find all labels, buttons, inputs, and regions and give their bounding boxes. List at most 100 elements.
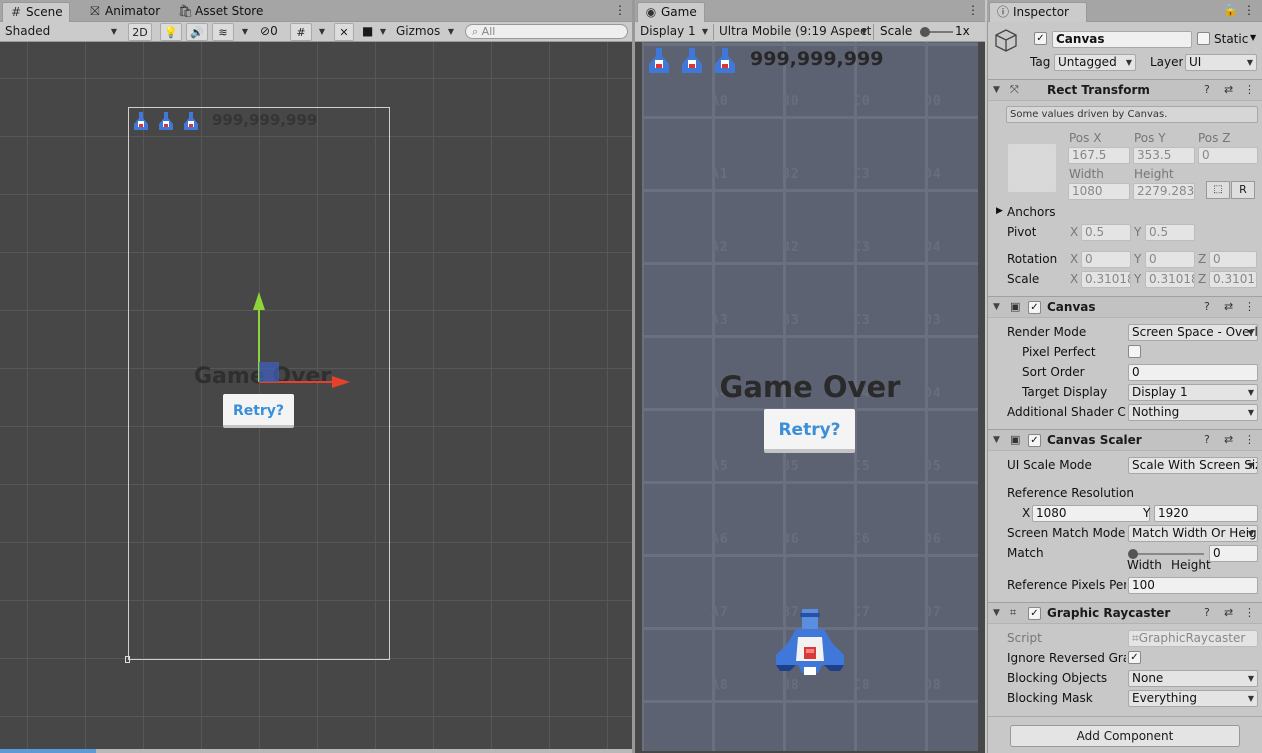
anchor-preset-button[interactable] <box>1008 144 1056 192</box>
shading-mode-dropdown[interactable]: Shaded ▼ <box>1 23 121 41</box>
component-menu-icon[interactable]: ⋮ <box>1244 83 1255 96</box>
scale-slider[interactable] <box>920 27 953 37</box>
retry-button[interactable]: Retry? <box>764 409 855 453</box>
width-field: 1080 <box>1068 183 1130 200</box>
blocking-objects-dropdown[interactable]: None <box>1128 670 1258 687</box>
help-icon[interactable]: ? <box>1204 83 1210 96</box>
static-dropdown-arrow[interactable]: ▼ <box>1250 33 1256 42</box>
anchors-foldout-arrow-icon[interactable]: ▶ <box>996 206 1003 216</box>
scene-view[interactable]: 999,999,999 Game Over Retry? <box>0 42 632 751</box>
canvas-scaler-header[interactable]: ▼ ▣ ✓ Canvas Scaler ? ⇄ ⋮ <box>988 429 1262 451</box>
help-icon[interactable]: ? <box>1204 606 1210 619</box>
shader-channels-dropdown[interactable]: Nothing <box>1128 404 1258 421</box>
lock-icon[interactable]: 🔒 <box>1223 3 1238 19</box>
pivot-y-field[interactable]: 0.5 <box>1145 224 1195 241</box>
component-menu-icon[interactable]: ⋮ <box>1244 433 1255 446</box>
foldout-arrow-icon[interactable]: ▼ <box>993 85 1000 95</box>
effects-toggle-button[interactable]: ≋ <box>212 23 234 41</box>
preset-icon[interactable]: ⇄ <box>1224 606 1233 619</box>
add-component-button[interactable]: Add Component <box>1010 725 1240 747</box>
canvas-component-header[interactable]: ▼ ▣ ✓ Canvas ? ⇄ ⋮ <box>988 296 1262 318</box>
eye-slash-icon: ⊘ <box>260 24 271 38</box>
move-gizmo[interactable] <box>250 290 352 388</box>
help-icon[interactable]: ? <box>1204 300 1210 313</box>
foldout-arrow-icon[interactable]: ▼ <box>993 608 1000 618</box>
grid-cell-label: B3 <box>782 313 800 328</box>
camera-dropdown[interactable]: ■ ▼ <box>358 23 390 41</box>
scene-search-field[interactable]: ⌕ All <box>465 24 628 39</box>
rot-x-field[interactable]: 0 <box>1081 251 1131 268</box>
pos-z-field[interactable]: 0 <box>1198 147 1258 164</box>
lighting-toggle-button[interactable]: 💡 <box>160 23 182 41</box>
preset-icon[interactable]: ⇄ <box>1224 83 1233 96</box>
reference-x-field[interactable]: 1080 <box>1032 505 1150 522</box>
tab-asset-store[interactable]: 🛍 Asset Store <box>172 2 271 22</box>
static-checkbox[interactable] <box>1197 32 1210 45</box>
reference-pixels-field[interactable]: 100 <box>1128 577 1258 594</box>
tab-scene[interactable]: # Scene <box>2 2 70 22</box>
scale-z-field[interactable]: 0.31018 <box>1209 271 1257 288</box>
match-slider[interactable] <box>1128 549 1204 559</box>
layer-dropdown[interactable]: UI <box>1185 54 1257 71</box>
audio-toggle-button[interactable]: 🔊 <box>186 23 208 41</box>
game-view[interactable]: A0 B0 C0 D0 A1 B2 C3 D4 A2 B2 C3 D4 A3 B3 C3 D3 A4 B4 C4 D4… <box>642 42 978 751</box>
effects-dropdown-arrow[interactable]: ▼ <box>236 23 252 41</box>
scene-retry-button[interactable]: Retry? <box>223 394 294 428</box>
foldout-arrow-icon[interactable]: ▼ <box>993 435 1000 445</box>
object-name-field[interactable]: Canvas <box>1052 31 1192 48</box>
blocking-mask-dropdown[interactable]: Everything <box>1128 690 1258 707</box>
sort-order-field[interactable]: 0 <box>1128 364 1258 381</box>
tab-inspector[interactable]: ⓘ Inspector <box>989 2 1087 22</box>
tab-game[interactable]: ◉ Game <box>637 2 705 22</box>
blueprint-mode-button[interactable]: ⬚ <box>1206 181 1230 199</box>
preset-icon[interactable]: ⇄ <box>1224 300 1233 313</box>
scene-menu-icon[interactable]: ⋮ <box>614 3 626 19</box>
scale-x-field[interactable]: 0.31018 <box>1081 271 1131 288</box>
canvas-scaler-enabled-checkbox[interactable]: ✓ <box>1028 434 1041 447</box>
aspect-dropdown[interactable]: Ultra Mobile (9:19 Aspect) ▼ <box>715 23 871 41</box>
2d-toggle-button[interactable]: 2D <box>128 23 152 41</box>
graphic-raycaster-header[interactable]: ▼ ⌗ ✓ Graphic Raycaster ? ⇄ ⋮ <box>988 602 1262 624</box>
component-menu-icon[interactable]: ⋮ <box>1244 606 1255 619</box>
tag-dropdown[interactable]: Untagged <box>1054 54 1136 71</box>
hidden-objects-toggle[interactable]: ⊘0 <box>256 23 286 41</box>
canvas-enabled-checkbox[interactable]: ✓ <box>1028 301 1041 314</box>
game-menu-icon[interactable]: ⋮ <box>967 3 979 19</box>
rot-y-field[interactable]: 0 <box>1145 251 1195 268</box>
ui-scale-mode-dropdown[interactable]: Scale With Screen Size <box>1128 457 1258 474</box>
scale-y-field[interactable]: 0.31018 <box>1145 271 1195 288</box>
active-checkbox[interactable]: ✓ <box>1034 32 1047 45</box>
canvas-corner-handle[interactable] <box>125 656 130 663</box>
pivot-x-field[interactable]: 0.5 <box>1081 224 1131 241</box>
tab-animator[interactable]: ⛝ Animator <box>82 2 168 22</box>
rect-transform-header[interactable]: ▼ ⤧ Rect Transform ? ⇄ ⋮ <box>988 79 1262 101</box>
pixel-perfect-checkbox[interactable] <box>1128 345 1141 358</box>
reference-y-field[interactable]: 1920 <box>1154 505 1258 522</box>
grid-cell-label: C3 <box>853 240 871 255</box>
display-dropdown[interactable]: Display 1 ▼ <box>636 23 712 41</box>
component-menu-icon[interactable]: ⋮ <box>1244 300 1255 313</box>
ship-icon <box>159 112 173 130</box>
grid-dropdown-arrow[interactable]: ▼ <box>313 23 329 41</box>
foldout-arrow-icon[interactable]: ▼ <box>993 302 1000 312</box>
tools-button[interactable]: ✕ <box>334 23 354 41</box>
raycaster-enabled-checkbox[interactable]: ✓ <box>1028 607 1041 620</box>
scale-slider-thumb[interactable] <box>920 27 930 37</box>
target-display-dropdown[interactable]: Display 1 <box>1128 384 1258 401</box>
grid-toggle-button[interactable]: # <box>290 23 312 41</box>
rot-z-field[interactable]: 0 <box>1209 251 1257 268</box>
raw-edit-button[interactable]: R <box>1231 181 1255 199</box>
ignore-reversed-checkbox[interactable]: ✓ <box>1128 651 1141 664</box>
screen-match-mode-dropdown[interactable]: Match Width Or Height <box>1128 525 1258 542</box>
chevron-down-icon: ▼ <box>110 27 117 36</box>
ignore-reversed-label: Ignore Reversed Graphics <box>1007 651 1126 665</box>
match-value-field[interactable]: 0 <box>1209 545 1258 562</box>
render-mode-dropdown[interactable]: Screen Space - Overlay <box>1128 324 1258 341</box>
help-icon[interactable]: ? <box>1204 433 1210 446</box>
inspector-menu-icon[interactable]: ⋮ <box>1243 3 1255 19</box>
preset-icon[interactable]: ⇄ <box>1224 433 1233 446</box>
anchors-label[interactable]: Anchors <box>1007 205 1056 219</box>
gizmos-dropdown[interactable]: Gizmos ▼ <box>392 23 458 41</box>
chevron-down-icon: ▼ <box>379 27 386 36</box>
chevron-down-icon: ▼ <box>860 27 867 36</box>
